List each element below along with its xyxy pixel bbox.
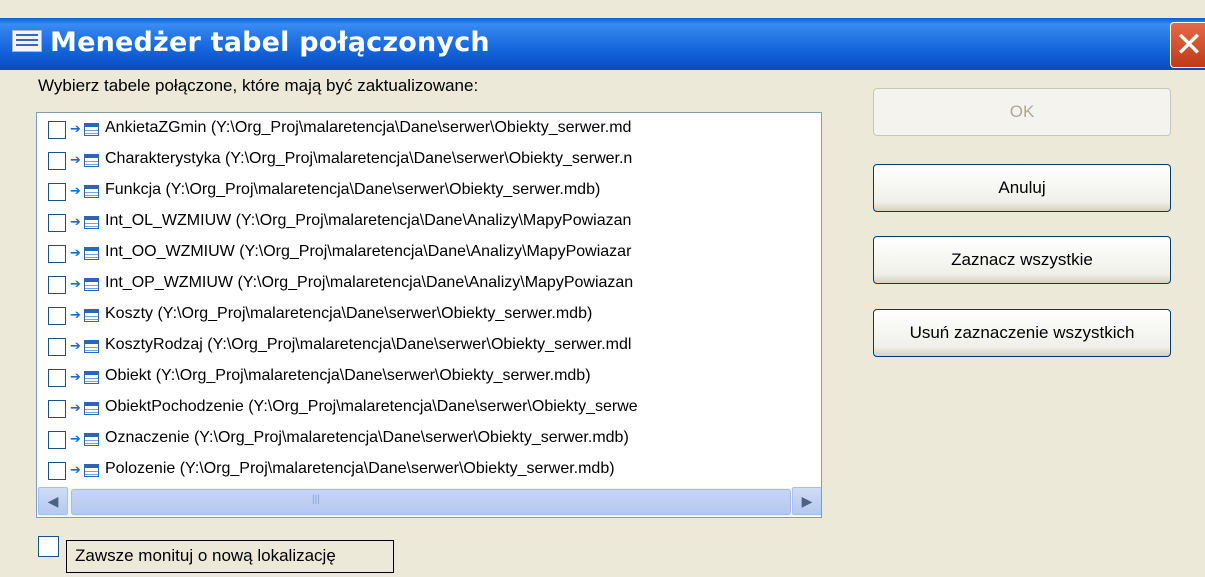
item-checkbox[interactable] (48, 338, 66, 356)
list-item[interactable]: ➔ Int_OL_WZMIUW (Y:\Org_Proj\malaretencja… (45, 208, 785, 238)
list-item[interactable]: ➔ Polozenie (Y:\Org_Proj\malaretencja\Dan… (45, 456, 785, 486)
item-label: Koszty (Y:\Org_Proj\malaretencja\Dane\se… (105, 305, 593, 322)
link-arrow-icon: ➔ (70, 462, 81, 477)
link-arrow-icon: ➔ (70, 152, 81, 167)
link-arrow-icon: ➔ (70, 183, 81, 198)
list-item[interactable]: ➔ Funkcja (Y:\Org_Proj\malaretencja\Dane\… (45, 177, 785, 207)
always-prompt-label[interactable]: Zawsze monituj o nową lokalizację (66, 540, 394, 573)
link-arrow-icon: ➔ (70, 369, 81, 384)
link-arrow-icon: ➔ (70, 214, 81, 229)
chevron-right-icon: ▶ (801, 493, 813, 509)
list-item[interactable]: ➔ KosztyRodzaj (Y:\Org_Proj\malaretencja\… (45, 332, 785, 362)
chevron-left-icon: ◀ (47, 493, 59, 509)
list-item[interactable]: ➔ Koszty (Y:\Org_Proj\malaretencja\Dane\s… (45, 301, 785, 331)
item-checkbox[interactable] (48, 183, 66, 201)
scroll-left-button[interactable]: ◀ (38, 487, 68, 515)
horizontal-scroll-thumb[interactable]: ||| (71, 489, 791, 515)
item-label: KosztyRodzaj (Y:\Org_Proj\malaretencja\D… (105, 336, 632, 353)
link-arrow-icon: ➔ (70, 307, 81, 322)
close-button[interactable]: ✕ (1170, 22, 1205, 68)
item-checkbox[interactable] (48, 462, 66, 480)
close-icon: ✕ (1174, 25, 1204, 65)
item-label: ObiektPochodzenie (Y:\Org_Proj\malareten… (105, 398, 638, 415)
linked-tables-list[interactable]: ➔ AnkietaZGmin (Y:\Org_Proj\malaretencja\… (36, 112, 822, 518)
item-checkbox[interactable] (48, 245, 66, 263)
item-label: Polozenie (Y:\Org_Proj\malaretencja\Dane… (105, 460, 615, 477)
item-checkbox[interactable] (48, 369, 66, 387)
list-item[interactable]: ➔ Obiekt (Y:\Org_Proj\malaretencja\Dane\s… (45, 363, 785, 393)
instruction-label: Wybierz tabele połączone, które mają być… (38, 76, 479, 95)
table-icon (84, 278, 99, 291)
dialog-window: Menedżer tabel połączonych ✕ Wybierz tab… (0, 0, 1205, 577)
item-label: Oznaczenie (Y:\Org_Proj\malaretencja\Dan… (105, 429, 629, 446)
select-all-button[interactable]: Zaznacz wszystkie (873, 236, 1171, 284)
table-icon (84, 371, 99, 384)
table-icon (84, 402, 99, 415)
list-item[interactable]: ➔ ObiektPochodzenie (Y:\Org_Proj\malarete… (45, 394, 785, 424)
item-checkbox[interactable] (48, 121, 66, 139)
table-icon (84, 216, 99, 229)
list-item[interactable]: ➔ AnkietaZGmin (Y:\Org_Proj\malaretencja\… (45, 115, 785, 145)
link-arrow-icon: ➔ (70, 400, 81, 415)
item-label: Obiekt (Y:\Org_Proj\malaretencja\Dane\se… (105, 367, 591, 384)
item-label: Int_OO_WZMIUW (Y:\Org_Proj\malaretencja\… (105, 243, 632, 260)
item-label: AnkietaZGmin (Y:\Org_Proj\malaretencja\D… (105, 119, 632, 136)
item-label: Funkcja (Y:\Org_Proj\malaretencja\Dane\s… (105, 181, 601, 198)
table-icon (84, 464, 99, 477)
table-icon (84, 433, 99, 446)
link-arrow-icon: ➔ (70, 121, 81, 136)
item-label: Int_OL_WZMIUW (Y:\Org_Proj\malaretencja\… (105, 212, 632, 229)
cancel-button[interactable]: Anuluj (873, 164, 1171, 212)
grip-icon: ||| (312, 494, 320, 505)
link-arrow-icon: ➔ (70, 431, 81, 446)
window-title: Menedżer tabel połączonych (50, 27, 490, 58)
item-label: Int_OP_WZMIUW (Y:\Org_Proj\malaretencja\… (105, 274, 634, 291)
table-icon (84, 340, 99, 353)
list-item[interactable]: ➔ Oznaczenie (Y:\Org_Proj\malaretencja\Da… (45, 425, 785, 455)
table-icon (84, 123, 99, 136)
item-label: Charakterystyka (Y:\Org_Proj\malaretencj… (105, 150, 633, 167)
item-checkbox[interactable] (48, 431, 66, 449)
item-checkbox[interactable] (48, 276, 66, 294)
item-checkbox[interactable] (48, 214, 66, 232)
ok-button[interactable]: OK (873, 88, 1171, 136)
table-icon[interactable] (12, 30, 42, 52)
always-prompt-checkbox[interactable] (38, 536, 59, 557)
table-icon (84, 185, 99, 198)
item-checkbox[interactable] (48, 307, 66, 325)
table-icon (84, 309, 99, 322)
item-checkbox[interactable] (48, 152, 66, 170)
list-item[interactable]: ➔ Int_OO_WZMIUW (Y:\Org_Proj\malaretencja… (45, 239, 785, 269)
scroll-right-button[interactable]: ▶ (792, 487, 821, 515)
link-arrow-icon: ➔ (70, 245, 81, 260)
table-icon (84, 247, 99, 260)
link-arrow-icon: ➔ (70, 276, 81, 291)
table-icon (84, 154, 99, 167)
list-item[interactable]: ➔ Int_OP_WZMIUW (Y:\Org_Proj\malaretencja… (45, 270, 785, 300)
list-item[interactable]: ➔ Charakterystyka (Y:\Org_Proj\malaretenc… (45, 146, 785, 176)
item-checkbox[interactable] (48, 400, 66, 418)
deselect-all-button[interactable]: Usuń zaznaczenie wszystkich (873, 309, 1171, 357)
link-arrow-icon: ➔ (70, 338, 81, 353)
